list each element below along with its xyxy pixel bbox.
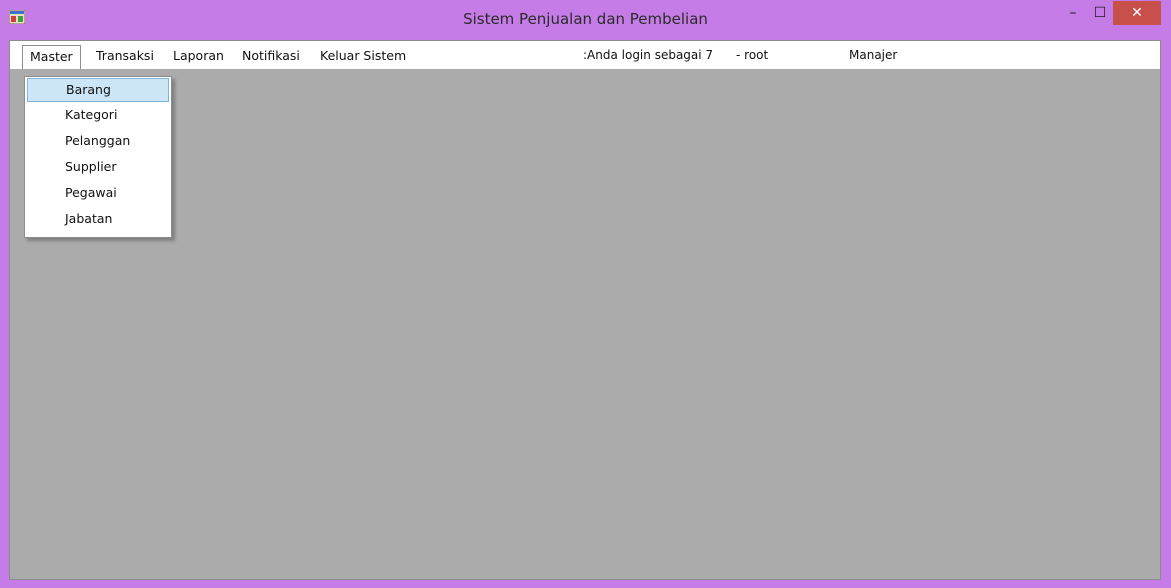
menu-laporan[interactable]: Laporan xyxy=(166,45,231,66)
maximize-button[interactable]: ☐ xyxy=(1087,1,1113,25)
menu-notifikasi[interactable]: Notifikasi xyxy=(235,45,307,66)
menu-bar: Master Transaksi Laporan Notifikasi Kelu… xyxy=(10,41,1160,69)
menu-item-barang[interactable]: Barang xyxy=(27,78,169,102)
window-title: Sistem Penjualan dan Pembelian xyxy=(463,10,708,28)
menu-keluar-sistem[interactable]: Keluar Sistem xyxy=(313,45,413,66)
app-window: Sistem Penjualan dan Pembelian – ☐ ✕ Mas… xyxy=(0,0,1171,588)
menu-master[interactable]: Master xyxy=(22,45,81,69)
login-status-label: :Anda login sebagai 7 xyxy=(583,48,714,62)
username-label: - root xyxy=(736,48,769,62)
title-bar[interactable]: Sistem Penjualan dan Pembelian – ☐ ✕ xyxy=(0,0,1171,40)
minimize-button[interactable]: – xyxy=(1059,1,1087,25)
menu-item-kategori[interactable]: Kategori xyxy=(27,103,169,127)
mdi-client-area: Master Transaksi Laporan Notifikasi Kelu… xyxy=(9,40,1161,580)
role-label: Manajer xyxy=(849,48,898,62)
menu-item-pegawai[interactable]: Pegawai xyxy=(27,181,169,205)
close-button[interactable]: ✕ xyxy=(1113,1,1161,25)
menu-item-jabatan[interactable]: Jabatan xyxy=(27,207,169,231)
menu-item-pelanggan[interactable]: Pelanggan xyxy=(27,129,169,153)
menu-transaksi[interactable]: Transaksi xyxy=(89,45,161,66)
master-dropdown-menu: Barang Kategori Pelanggan Supplier Pegaw… xyxy=(24,76,172,238)
menu-item-supplier[interactable]: Supplier xyxy=(27,155,169,179)
